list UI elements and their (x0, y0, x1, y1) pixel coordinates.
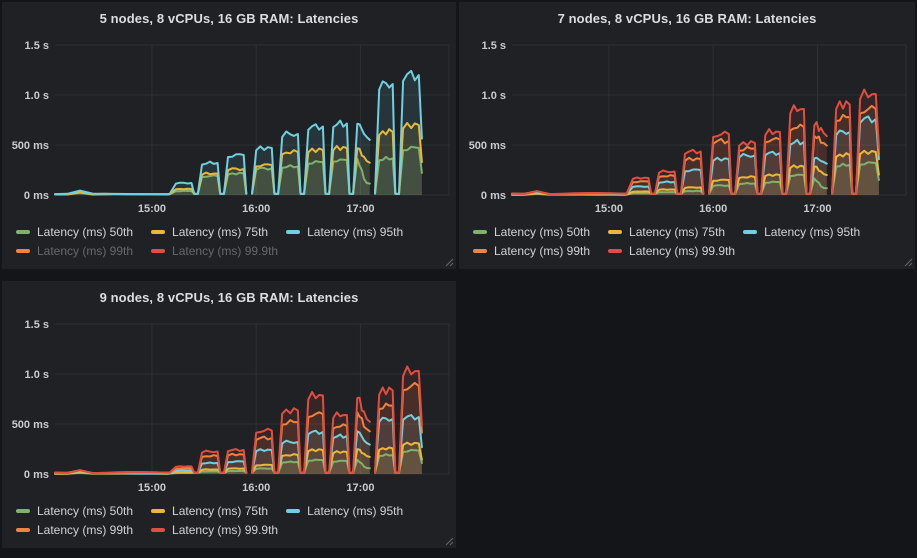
legend-label: Latency (ms) 99.9th (172, 523, 278, 537)
y-axis-tick-label: 1.5 s (25, 40, 49, 52)
legend-item[interactable]: Latency (ms) 99.9th (151, 244, 278, 258)
y-axis-tick-label: 0 ms (481, 190, 506, 202)
x-axis-tick-label: 15:00 (595, 203, 623, 215)
legend-item[interactable]: Latency (ms) 99th (16, 244, 133, 258)
legend-swatch (286, 509, 300, 513)
latency-chart[interactable]: 0 ms 500 ms 1.0 s 1.5 s 15:00 16:00 17:00 (459, 35, 913, 219)
legend-swatch (473, 230, 487, 234)
panel-7-nodes-latencies: 7 nodes, 8 vCPUs, 16 GB RAM: Latencies 0… (459, 2, 915, 269)
panel-resize-handle[interactable] (445, 258, 454, 267)
panel-5-nodes-latencies: 5 nodes, 8 vCPUs, 16 GB RAM: Latencies 0… (2, 2, 456, 269)
legend-swatch (743, 230, 757, 234)
legend-swatch (286, 230, 300, 234)
legend-item[interactable]: Latency (ms) 75th (151, 504, 268, 518)
legend-swatch (151, 249, 165, 253)
legend-row: Latency (ms) 50th Latency (ms) 75th Latenc… (473, 222, 915, 241)
x-axis-tick-label: 16:00 (242, 203, 270, 215)
y-axis-tick-label: 1.0 s (25, 369, 49, 381)
legend-label: Latency (ms) 50th (37, 504, 133, 518)
legend-label: Latency (ms) 75th (172, 504, 268, 518)
legend-item[interactable]: Latency (ms) 50th (16, 504, 133, 518)
legend-label: Latency (ms) 75th (172, 225, 268, 239)
legend-row: Latency (ms) 50th Latency (ms) 75th Latenc… (16, 222, 456, 241)
panel-title[interactable]: 5 nodes, 8 vCPUs, 16 GB RAM: Latencies (2, 11, 456, 28)
legend-item[interactable]: Latency (ms) 95th (286, 504, 403, 518)
legend-swatch (151, 528, 165, 532)
legend-item[interactable]: Latency (ms) 50th (16, 225, 133, 239)
legend-label: Latency (ms) 95th (307, 504, 403, 518)
legend-label: Latency (ms) 99th (494, 244, 590, 258)
legend-row: Latency (ms) 50th Latency (ms) 75th Latenc… (16, 501, 456, 520)
legend-row: Latency (ms) 99th Latency (ms) 99.9th (16, 520, 456, 539)
x-axis-tick-label: 17:00 (803, 203, 831, 215)
legend: Latency (ms) 50th Latency (ms) 75th Latenc… (2, 501, 456, 539)
legend-swatch (151, 230, 165, 234)
legend-swatch (608, 230, 622, 234)
legend-label: Latency (ms) 99th (37, 244, 133, 258)
y-axis-tick-label: 500 ms (12, 419, 49, 431)
legend-label: Latency (ms) 95th (764, 225, 860, 239)
legend-swatch (151, 509, 165, 513)
legend-label: Latency (ms) 95th (307, 225, 403, 239)
latency-chart[interactable]: 0 ms 500 ms 1.0 s 1.5 s 15:00 16:00 17:00 (2, 35, 456, 219)
legend-item[interactable]: Latency (ms) 75th (151, 225, 268, 239)
series-area-95pct (252, 121, 370, 195)
legend: Latency (ms) 50th Latency (ms) 75th Latenc… (2, 222, 456, 260)
legend-item[interactable]: Latency (ms) 50th (473, 225, 590, 239)
y-axis-tick-label: 1.0 s (482, 90, 506, 102)
panel-title[interactable]: 9 nodes, 8 vCPUs, 16 GB RAM: Latencies (2, 290, 456, 307)
dashboard-grid: 5 nodes, 8 vCPUs, 16 GB RAM: Latencies 0… (0, 0, 917, 550)
y-axis-tick-label: 1.0 s (25, 90, 49, 102)
y-axis-tick-label: 500 ms (12, 140, 49, 152)
legend-row: Latency (ms) 99th Latency (ms) 99.9th (473, 241, 915, 260)
y-axis-tick-label: 500 ms (469, 140, 506, 152)
latency-chart[interactable]: 0 ms 500 ms 1.0 s 1.5 s 15:00 16:00 17:00 (2, 314, 456, 498)
y-axis-tick-label: 1.5 s (25, 319, 49, 331)
x-axis-tick-label: 16:00 (242, 482, 270, 494)
legend-label: Latency (ms) 50th (37, 225, 133, 239)
legend-label: Latency (ms) 99th (37, 523, 133, 537)
legend: Latency (ms) 50th Latency (ms) 75th Latenc… (459, 222, 915, 260)
x-axis-tick-label: 16:00 (699, 203, 727, 215)
legend-swatch (608, 249, 622, 253)
panel-resize-handle[interactable] (904, 258, 913, 267)
x-axis-tick-label: 17:00 (346, 203, 374, 215)
legend-label: Latency (ms) 75th (629, 225, 725, 239)
legend-label: Latency (ms) 99.9th (172, 244, 278, 258)
legend-item[interactable]: Latency (ms) 99.9th (151, 523, 278, 537)
legend-row: Latency (ms) 99th Latency (ms) 99.9th (16, 241, 456, 260)
legend-swatch (16, 528, 30, 532)
x-axis-tick-label: 15:00 (138, 482, 166, 494)
legend-item[interactable]: Latency (ms) 95th (743, 225, 860, 239)
legend-item[interactable]: Latency (ms) 95th (286, 225, 403, 239)
legend-swatch (16, 230, 30, 234)
panel-title[interactable]: 7 nodes, 8 vCPUs, 16 GB RAM: Latencies (459, 11, 915, 28)
y-axis-tick-label: 1.5 s (482, 40, 506, 52)
x-axis-tick-label: 17:00 (346, 482, 374, 494)
y-axis-tick-label: 0 ms (24, 469, 49, 481)
empty-dashboard-cell (459, 281, 915, 548)
legend-item[interactable]: Latency (ms) 99th (16, 523, 133, 537)
legend-label: Latency (ms) 50th (494, 225, 590, 239)
y-axis-tick-label: 0 ms (24, 190, 49, 202)
legend-swatch (16, 249, 30, 253)
legend-swatch (473, 249, 487, 253)
panel-resize-handle[interactable] (445, 537, 454, 546)
panel-9-nodes-latencies: 9 nodes, 8 vCPUs, 16 GB RAM: Latencies 0… (2, 281, 456, 548)
legend-item[interactable]: Latency (ms) 99.9th (608, 244, 735, 258)
legend-item[interactable]: Latency (ms) 75th (608, 225, 725, 239)
x-axis-tick-label: 15:00 (138, 203, 166, 215)
legend-item[interactable]: Latency (ms) 99th (473, 244, 590, 258)
series-area-99.9pct (709, 105, 827, 195)
legend-label: Latency (ms) 99.9th (629, 244, 735, 258)
legend-swatch (16, 509, 30, 513)
